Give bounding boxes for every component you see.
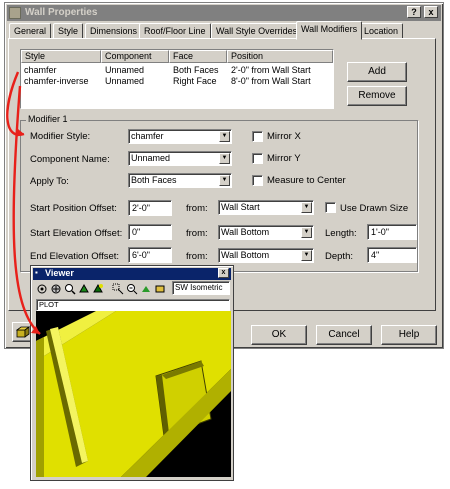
depth-field[interactable]: 4" [367,247,417,263]
render-icon[interactable] [92,283,104,295]
app-icon [9,7,21,19]
viewer-3d-scene[interactable] [36,311,231,477]
command-line-field[interactable]: PLOT [36,299,230,311]
cancel-button[interactable]: Cancel [316,325,372,345]
use-drawn-size-label: Use Drawn Size [340,203,409,214]
tab-roof-floor-line[interactable]: Roof/Floor Line [139,23,211,39]
dropdown-arrow-icon[interactable]: ▼ [219,131,230,142]
remove-button[interactable]: Remove [347,86,407,106]
end-elevation-offset-label: End Elevation Offset: [30,251,120,262]
view-value: SW Isometric [175,283,223,292]
mirror-x-label: Mirror X [267,131,301,142]
mirror-y-label: Mirror Y [267,153,301,164]
viewer-close-button[interactable]: x [218,268,229,278]
viewer-system-icon[interactable]: ▪ [35,268,38,277]
mirror-x-checkbox[interactable] [252,131,263,142]
ok-button[interactable]: OK [251,325,307,345]
row-style: chamfer-inverse [24,76,89,86]
from-label: from: [186,228,208,239]
column-header-face[interactable]: Face [169,50,227,63]
dropdown-arrow-icon[interactable]: ▼ [219,153,230,164]
group-label: Modifier 1 [26,114,70,124]
from-label: from: [186,251,208,262]
close-title-button[interactable]: x [424,6,438,18]
modifier-style-label: Modifier Style: [30,131,91,142]
pan-icon[interactable] [50,283,62,295]
length-label: Length: [325,228,357,239]
column-header-style[interactable]: Style [21,50,101,63]
modifier-style-value: chamfer [131,131,164,141]
tab-dimensions[interactable]: Dimensions [85,23,143,39]
apply-to-select[interactable]: Both Faces ▼ [128,173,232,188]
length-field[interactable]: 1'-0" [367,224,417,240]
row-component: Unnamed [105,65,145,75]
component-name-value: Unnamed [131,153,171,163]
window-title: Wall Properties [25,7,98,18]
hidden-icon[interactable] [154,283,166,295]
from-start-position-value: Wall Start [221,202,260,212]
end-elevation-offset-field[interactable]: 6'-0" [128,247,172,263]
help-button[interactable]: Help [381,325,437,345]
component-name-label: Component Name: [30,154,110,165]
apply-to-label: Apply To: [30,176,69,187]
start-elevation-offset-field[interactable]: 0" [128,224,172,240]
row-face: Right Face [173,76,217,86]
dropdown-arrow-icon[interactable]: ▼ [301,202,312,213]
start-position-offset-field[interactable]: 2'-0" [128,200,172,216]
column-header-component[interactable]: Component [101,50,169,63]
mirror-y-checkbox[interactable] [252,153,263,164]
tab-general[interactable]: General [9,23,52,39]
tab-style[interactable]: Style [53,23,84,39]
row-position: 8'-0" from Wall Start [231,76,311,86]
viewer-icon [15,326,31,338]
row-component: Unnamed [105,76,145,86]
tab-wall-style-overrides[interactable]: Wall Style Overrides [211,23,303,39]
shade-icon[interactable] [78,283,90,295]
depth-label: Depth: [325,251,353,262]
from-start-position-select[interactable]: Wall Start ▼ [218,200,314,215]
from-end-elevation-value: Wall Bottom [221,250,270,260]
dropdown-arrow-icon[interactable]: ▼ [301,250,312,261]
start-elevation-offset-label: Start Elevation Offset: [30,228,123,239]
zoom-realtime-icon[interactable] [126,283,138,295]
modifier-list[interactable]: Style Component Face Position chamfer Un… [20,49,334,109]
modifier-style-select[interactable]: chamfer ▼ [128,129,232,144]
row-style: chamfer [24,65,57,75]
dropdown-arrow-icon[interactable]: ▼ [301,227,312,238]
row-position: 2'-0" from Wall Start [231,65,311,75]
zoom-window-icon[interactable] [112,283,124,295]
from-end-elevation-select[interactable]: Wall Bottom ▼ [218,248,314,263]
component-name-select[interactable]: Unnamed ▼ [128,151,232,166]
orbit-icon[interactable] [36,283,48,295]
title-bar[interactable]: Wall Properties ? x [7,5,441,21]
viewer-title: Viewer [45,268,74,278]
help-title-button[interactable]: ? [407,6,421,18]
tab-location[interactable]: Location [359,23,404,39]
from-label: from: [186,203,208,214]
add-button[interactable]: Add [347,62,407,82]
use-drawn-size-checkbox[interactable] [325,202,336,213]
viewer-title-bar[interactable]: ▪ Viewer x [33,268,231,280]
column-header-position[interactable]: Position [227,50,333,63]
row-face: Both Faces [173,65,219,75]
apply-to-value: Both Faces [131,175,177,185]
zoom-icon[interactable] [64,283,76,295]
from-start-elevation-value: Wall Bottom [221,227,270,237]
tab-wall-modifiers[interactable]: Wall Modifiers [296,21,363,40]
dropdown-arrow-icon[interactable]: ▼ [219,175,230,186]
from-start-elevation-select[interactable]: Wall Bottom ▼ [218,225,314,240]
view-select[interactable]: SW Isometric [172,281,230,295]
start-position-offset-label: Start Position Offset: [30,203,117,214]
flat-shade-icon[interactable] [140,283,152,295]
measure-to-center-label: Measure to Center [267,175,346,186]
measure-to-center-checkbox[interactable] [252,175,263,186]
